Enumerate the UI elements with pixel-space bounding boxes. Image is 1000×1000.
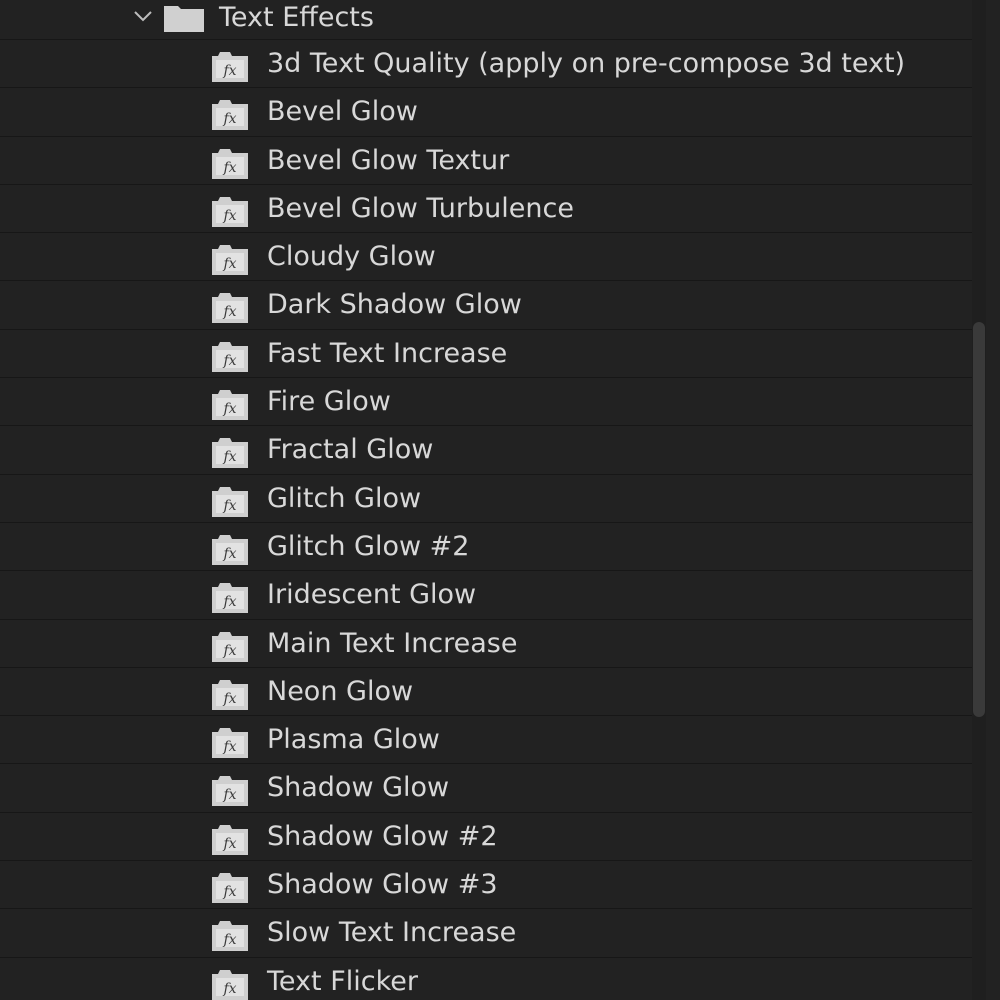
effect-preset-label: Glitch Glow: [267, 482, 422, 514]
effect-preset-label: Cloudy Glow: [267, 241, 436, 273]
effect-preset-label: Main Text Increase: [267, 627, 518, 659]
fx-preset-icon: fx: [212, 871, 248, 904]
effect-preset-row[interactable]: fx 3d Text Quality (apply on pre-compose…: [0, 40, 986, 89]
svg-text:fx: fx: [222, 208, 236, 224]
svg-text:fx: fx: [222, 353, 236, 369]
fx-preset-icon: fx: [212, 678, 248, 710]
fx-preset-icon: fx: [212, 388, 248, 421]
effect-preset-row[interactable]: fx Bevel Glow: [0, 88, 986, 137]
effect-preset-row[interactable]: fx Plasma Glow: [0, 716, 986, 765]
svg-text:fx: fx: [222, 401, 236, 417]
effect-preset-label: Fire Glow: [267, 386, 391, 418]
folder-label: Text Effects: [219, 2, 374, 33]
effect-preset-row[interactable]: fx Glitch Glow #2: [0, 523, 986, 572]
effect-preset-row[interactable]: fx Fire Glow: [0, 378, 986, 427]
svg-text:fx: fx: [222, 836, 236, 852]
fx-preset-icon: fx: [212, 147, 248, 179]
effect-preset-row[interactable]: fx Shadow Glow #3: [0, 861, 986, 910]
effects-presets-panel: Text Effects fx 3d Text Quality (apply o…: [0, 0, 986, 1000]
fx-preset-icon: fx: [212, 968, 248, 1000]
svg-text:fx: fx: [222, 160, 236, 176]
effect-preset-label: Shadow Glow #3: [267, 869, 498, 901]
svg-text:fx: fx: [222, 449, 236, 465]
fx-preset-icon: fx: [212, 50, 248, 82]
effect-preset-row[interactable]: fx Dark Shadow Glow: [0, 281, 986, 330]
svg-text:fx: fx: [222, 884, 236, 900]
fx-preset-icon: fx: [212, 291, 248, 324]
fx-preset-icon: fx: [212, 485, 248, 517]
fx-preset-icon: fx: [212, 98, 248, 131]
effect-preset-label: Shadow Glow #2: [267, 820, 498, 852]
fx-preset-icon: fx: [212, 630, 248, 662]
effect-preset-row[interactable]: fx Bevel Glow Turbulence: [0, 185, 986, 234]
fx-preset-icon: fx: [212, 774, 248, 807]
chevron-down-icon[interactable]: [133, 6, 153, 26]
fx-preset-icon: fx: [212, 581, 248, 614]
effect-preset-label: Fractal Glow: [267, 434, 434, 466]
effect-preset-label: Text Flicker: [267, 965, 418, 997]
svg-text:fx: fx: [222, 932, 236, 948]
effect-preset-row[interactable]: fx Glitch Glow: [0, 475, 986, 523]
svg-text:fx: fx: [222, 739, 236, 755]
effect-preset-label: Plasma Glow: [267, 724, 440, 756]
svg-text:fx: fx: [222, 63, 236, 79]
effect-preset-label: Slow Text Increase: [267, 917, 517, 949]
fx-preset-icon: fx: [212, 243, 248, 276]
effect-preset-row[interactable]: fx Main Text Increase: [0, 620, 986, 668]
effect-preset-label: Bevel Glow Turbulence: [267, 192, 574, 224]
fx-preset-icon: fx: [212, 919, 248, 952]
effect-preset-label: Glitch Glow #2: [267, 530, 470, 562]
effect-preset-row[interactable]: fx Bevel Glow Textur: [0, 137, 986, 185]
effect-preset-row[interactable]: fx Text Flicker: [0, 958, 986, 1000]
svg-text:fx: fx: [222, 981, 236, 997]
svg-text:fx: fx: [222, 691, 236, 707]
effect-preset-row[interactable]: fx Fast Text Increase: [0, 330, 986, 379]
scrollbar-thumb[interactable]: [973, 322, 985, 717]
fx-preset-icon: fx: [212, 340, 248, 372]
svg-text:fx: fx: [222, 498, 236, 514]
svg-text:fx: fx: [222, 643, 236, 659]
effect-preset-label: Shadow Glow: [267, 772, 450, 804]
effect-preset-row[interactable]: fx Fractal Glow: [0, 426, 986, 475]
effect-preset-label: Dark Shadow Glow: [267, 289, 522, 321]
svg-text:fx: fx: [222, 594, 236, 610]
svg-text:fx: fx: [222, 111, 236, 127]
effect-preset-list: fx 3d Text Quality (apply on pre-compose…: [0, 40, 986, 1000]
svg-text:fx: fx: [222, 546, 236, 562]
fx-preset-icon: fx: [212, 436, 248, 469]
svg-text:fx: fx: [222, 787, 236, 803]
effect-preset-row[interactable]: fx Shadow Glow #2: [0, 813, 986, 862]
effect-preset-label: Bevel Glow Textur: [267, 144, 510, 176]
folder-icon: [164, 4, 204, 32]
vertical-scrollbar[interactable]: [972, 0, 986, 1000]
fx-preset-icon: fx: [212, 195, 248, 227]
effect-preset-label: Fast Text Increase: [267, 337, 508, 369]
fx-preset-icon: fx: [212, 726, 248, 759]
effect-preset-row[interactable]: fx Cloudy Glow: [0, 233, 986, 282]
effect-preset-row[interactable]: fx Slow Text Increase: [0, 909, 986, 958]
effect-preset-row[interactable]: fx Iridescent Glow: [0, 571, 986, 620]
fx-preset-icon: fx: [212, 823, 248, 855]
fx-preset-icon: fx: [212, 533, 248, 565]
effect-preset-row[interactable]: fx Neon Glow: [0, 668, 986, 717]
effect-preset-row[interactable]: fx Shadow Glow: [0, 764, 986, 813]
effect-preset-label: Iridescent Glow: [267, 579, 477, 611]
effect-preset-label: Bevel Glow: [267, 96, 418, 128]
folder-row-text-effects[interactable]: Text Effects: [0, 0, 986, 40]
svg-text:fx: fx: [222, 256, 236, 272]
svg-text:fx: fx: [222, 304, 236, 320]
effect-preset-label: Neon Glow: [267, 675, 414, 707]
effect-preset-label: 3d Text Quality (apply on pre-compose 3d…: [267, 48, 906, 79]
